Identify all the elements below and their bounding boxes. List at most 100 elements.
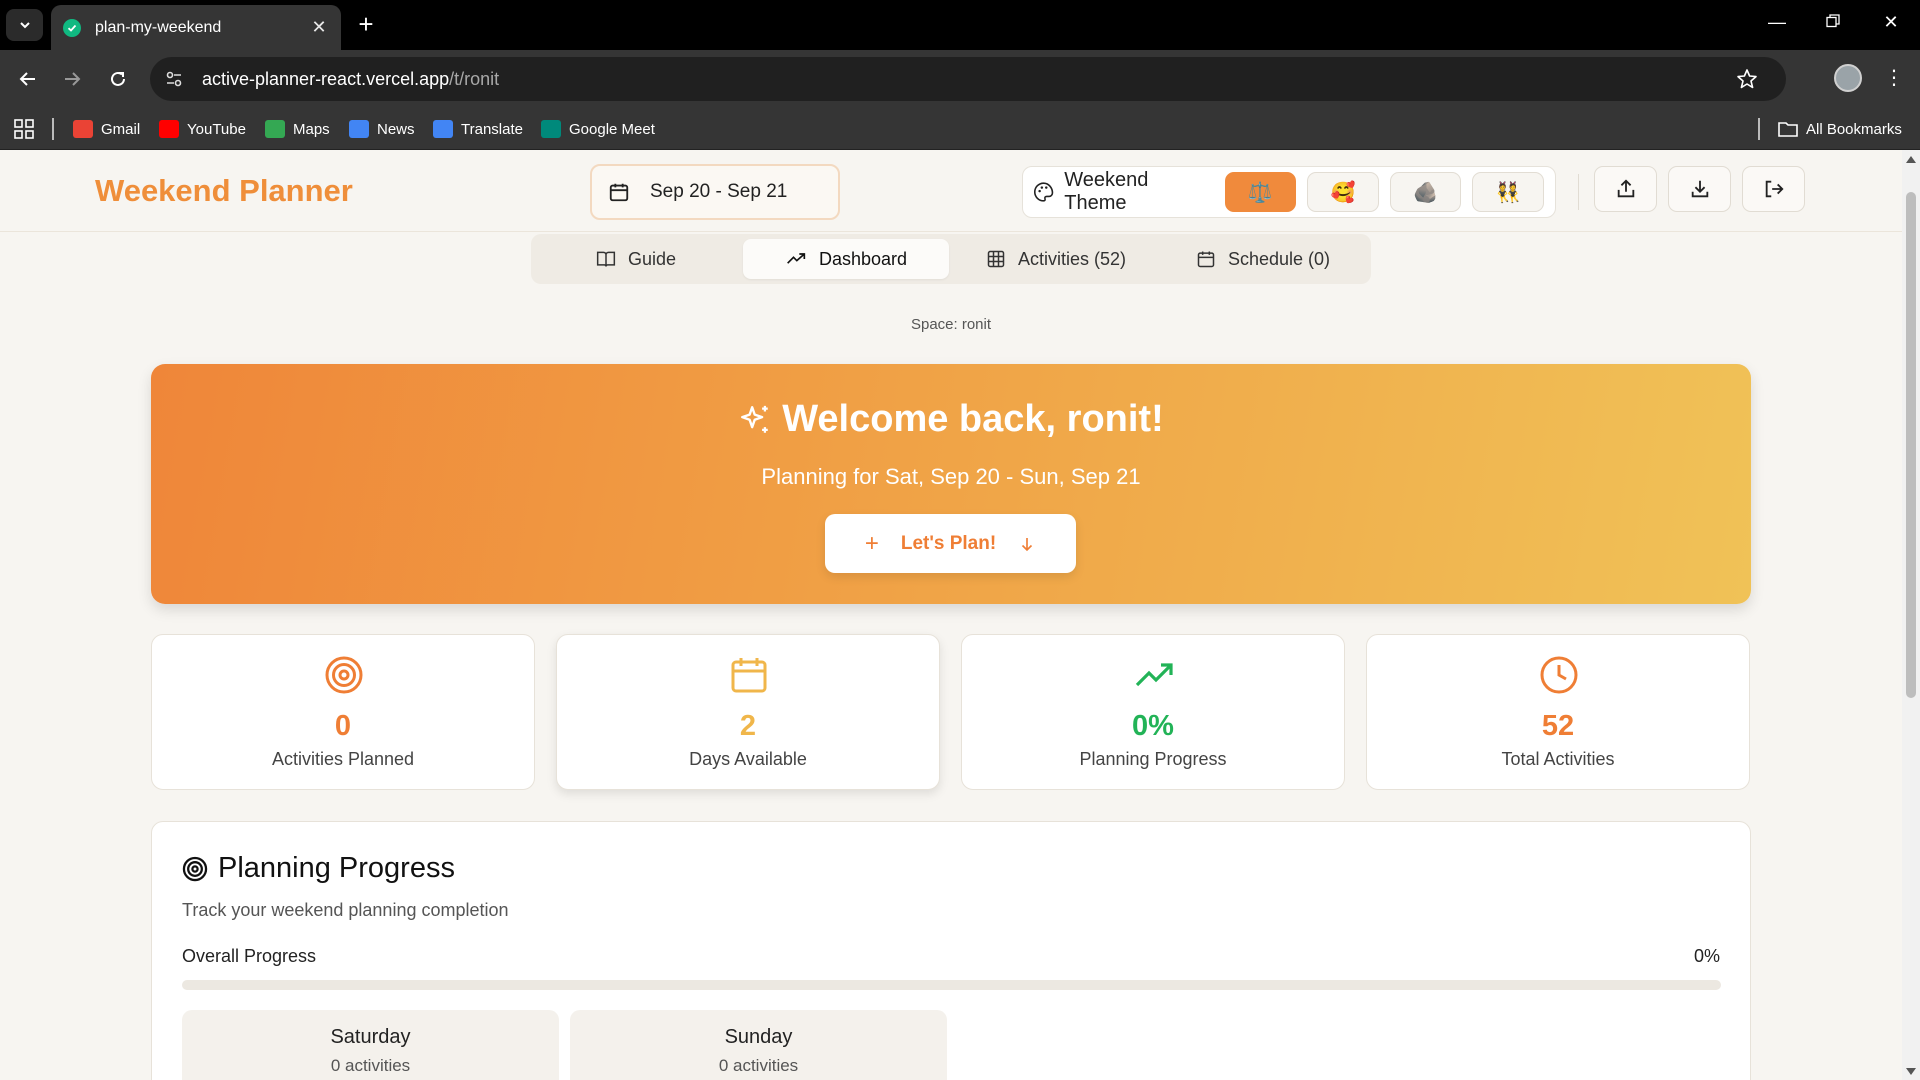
bookmark-label: Google Meet [569, 120, 655, 138]
bookmarks-bar: Gmail YouTube Maps News Translate Google Meet… [0, 108, 1920, 150]
book-icon [596, 251, 616, 267]
theme-option-social[interactable]: 👯 [1472, 172, 1545, 212]
lets-plan-label: Let's Plan! [900, 532, 997, 554]
lets-plan-button[interactable]: + Let's Plan! [825, 514, 1076, 573]
progress-title: Planning Progress [182, 852, 455, 885]
scroll-down-icon[interactable] [1906, 1068, 1916, 1075]
tab-schedule[interactable]: Schedule (0) [1163, 239, 1363, 279]
tab-dashboard[interactable]: Dashboard [743, 239, 949, 279]
browser-toolbar: active-planner-react.vercel.app/t/ronit … [0, 50, 1920, 108]
bookmark-gmail[interactable]: Gmail [73, 108, 140, 150]
new-tab-button[interactable]: + [353, 11, 379, 37]
tab-guide-label: Guide [627, 248, 677, 269]
tab-guide[interactable]: Guide [536, 239, 736, 279]
stat-card-total-activities: 52 Total Activities [1366, 634, 1750, 790]
bookmark-google-meet[interactable]: Google Meet [541, 108, 655, 150]
day-name: Sunday [724, 1026, 793, 1048]
translate-icon [433, 120, 453, 138]
meet-icon [541, 120, 561, 138]
header-divider [1578, 174, 1579, 210]
bookmark-news[interactable]: News [349, 108, 415, 150]
stat-card-activities-planned: 0 Activities Planned [151, 634, 535, 790]
close-tab-icon[interactable]: ✕ [309, 17, 329, 38]
day-card-saturday: Saturday 0 activities [182, 1010, 559, 1080]
app-brand: Weekend Planner [95, 173, 353, 208]
url-host: active-planner-react.vercel.app [202, 68, 450, 89]
bookmark-translate[interactable]: Translate [433, 108, 523, 150]
minimize-icon[interactable]: — [1762, 12, 1792, 33]
progress-subtitle: Track your weekend planning completion [182, 900, 509, 920]
logout-button[interactable] [1742, 166, 1805, 212]
bookmark-star-icon[interactable] [1736, 68, 1758, 90]
browser-tab[interactable]: plan-my-weekend ✕ [51, 5, 341, 50]
stat-value: 52 [1541, 710, 1575, 742]
back-icon[interactable] [14, 65, 42, 93]
stat-label: Planning Progress [1079, 749, 1227, 769]
stat-label: Days Available [689, 749, 807, 769]
forward-icon[interactable] [58, 65, 86, 93]
plus-icon: + [864, 529, 879, 557]
stat-card-planning-progress: 0% Planning Progress [961, 634, 1345, 790]
site-info-icon[interactable] [164, 69, 184, 89]
page: Weekend Planner Sep 20 - Sep 21 Weekend … [0, 150, 1902, 1080]
main-tabs: Guide Dashboard Activities (52) Schedule… [531, 234, 1371, 284]
calendar-icon [609, 183, 629, 202]
restore-icon[interactable] [1818, 12, 1848, 33]
theme-option-romantic[interactable]: 🥰 [1307, 172, 1379, 212]
theme-option-balanced[interactable]: ⚖️ [1224, 172, 1297, 212]
bookmark-label: Translate [461, 120, 523, 138]
bookmark-youtube[interactable]: YouTube [159, 108, 246, 150]
browser-menu-icon[interactable]: ⋮ [1884, 64, 1904, 92]
download-icon [1691, 180, 1708, 198]
date-range-label: Sep 20 - Sep 21 [650, 181, 788, 202]
folder-icon [1778, 122, 1798, 137]
download-button[interactable] [1668, 166, 1731, 212]
app-header: Weekend Planner Sep 20 - Sep 21 Weekend … [0, 150, 1902, 232]
day-name: Saturday [330, 1026, 411, 1048]
calendar-icon [1197, 251, 1215, 268]
stat-value: 2 [739, 710, 757, 742]
theme-label-text: Weekend Theme [1064, 169, 1149, 214]
stat-value: 0 [334, 710, 352, 742]
welcome-banner: Welcome back, ronit! Planning for Sat, S… [151, 364, 1751, 604]
tab-schedule-label: Schedule (0) [1227, 248, 1331, 269]
stat-label: Activities Planned [271, 749, 415, 769]
youtube-icon [159, 120, 179, 138]
chevron-down-icon [19, 22, 30, 29]
theme-option-adventure[interactable]: 🪨 [1389, 172, 1462, 212]
weekend-theme-selector: Weekend Theme ⚖️ 🥰 🪨 👯 [1022, 166, 1556, 218]
stat-card-days-available: 2 Days Available [556, 634, 940, 790]
scroll-up-icon[interactable] [1906, 156, 1916, 163]
space-label: Space: ronit [910, 316, 992, 333]
address-bar[interactable]: active-planner-react.vercel.app/t/ronit [150, 57, 1786, 101]
tab-favicon-icon [63, 18, 81, 37]
clock-icon [1540, 656, 1578, 694]
maps-icon [265, 120, 285, 138]
trend-icon [787, 253, 806, 264]
calendar-icon [731, 658, 767, 693]
date-range-picker[interactable]: Sep 20 - Sep 21 [590, 164, 840, 220]
welcome-subtitle: Planning for Sat, Sep 20 - Sun, Sep 21 [761, 464, 1141, 489]
close-window-icon[interactable]: ✕ [1876, 12, 1906, 33]
bookmark-label: Gmail [101, 120, 141, 138]
browser-tab-strip: plan-my-weekend ✕ + — ✕ [0, 0, 1920, 50]
page-scrollbar[interactable] [1902, 150, 1920, 1080]
apps-grid-icon[interactable] [14, 119, 34, 139]
reload-icon[interactable] [104, 65, 132, 93]
tab-search-button[interactable] [6, 9, 43, 41]
all-bookmarks-label: All Bookmarks [1806, 120, 1902, 138]
all-bookmarks-button[interactable]: All Bookmarks [1778, 108, 1902, 150]
stat-label: Total Activities [1501, 749, 1615, 769]
target-icon [325, 656, 363, 694]
palette-icon [1033, 182, 1054, 202]
bookmark-label: Maps [293, 120, 330, 138]
bookmark-separator [1758, 118, 1760, 140]
target-icon [182, 856, 208, 881]
scrollbar-thumb[interactable] [1906, 192, 1916, 698]
share-button[interactable] [1594, 166, 1657, 212]
profile-avatar[interactable] [1834, 64, 1862, 92]
bookmark-maps[interactable]: Maps [265, 108, 330, 150]
tab-activities[interactable]: Activities (52) [956, 239, 1156, 279]
news-icon [349, 120, 369, 138]
url-path: /t/ronit [449, 68, 500, 89]
